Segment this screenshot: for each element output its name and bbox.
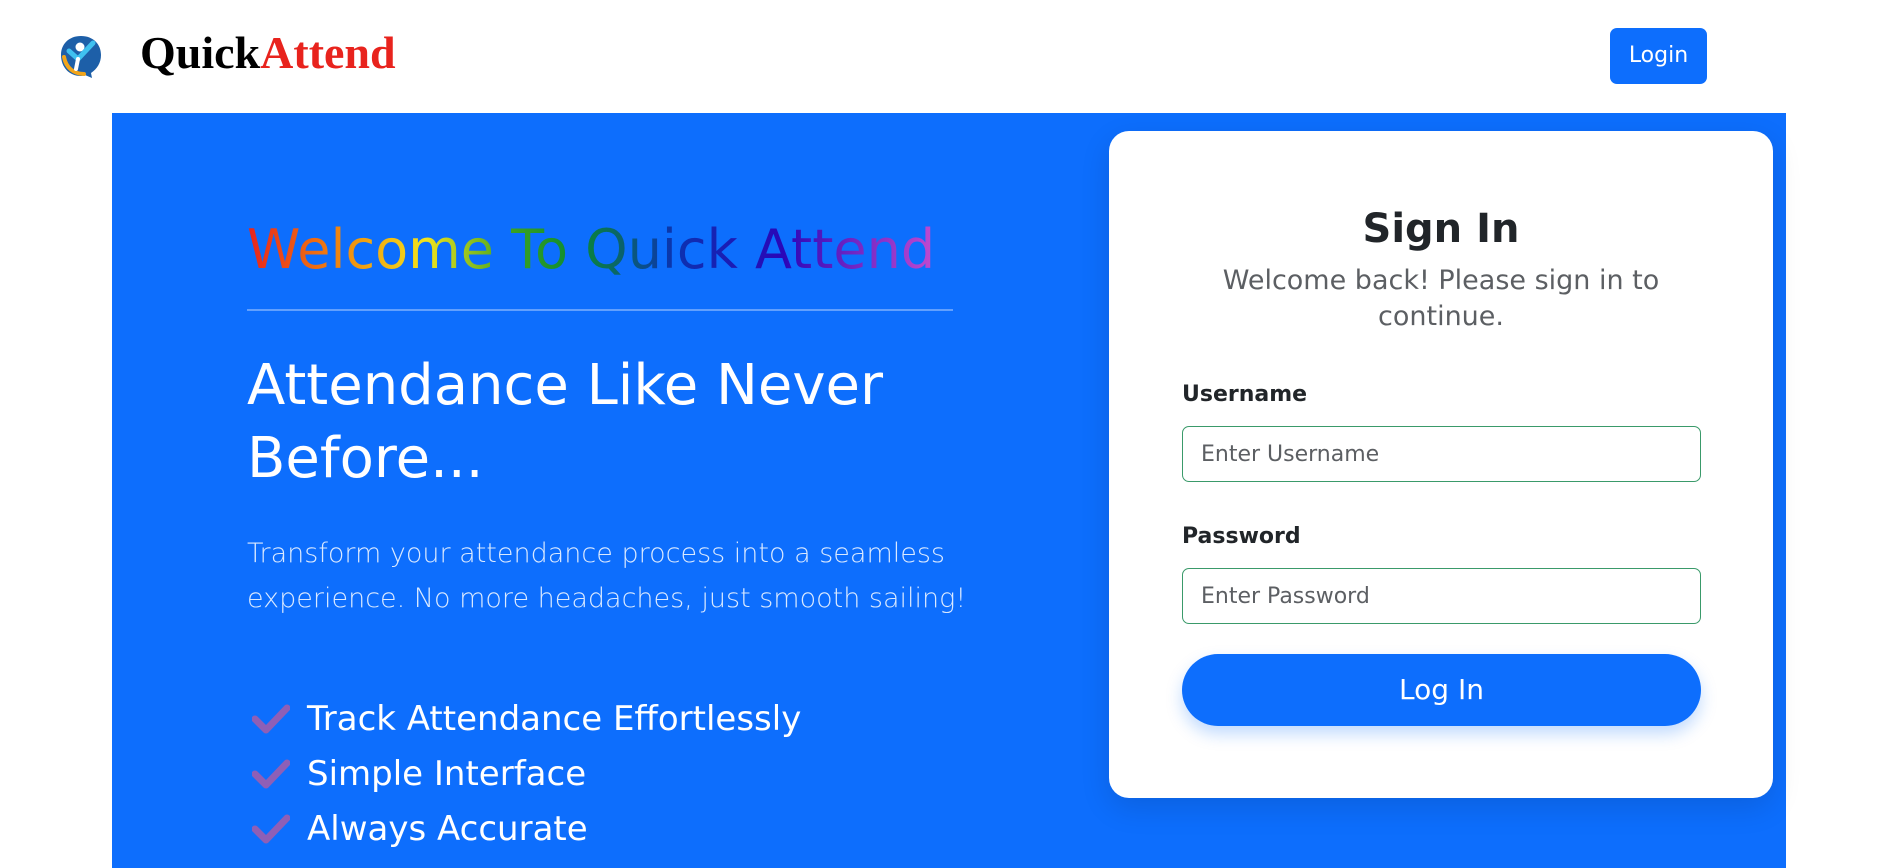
password-label: Password xyxy=(1182,524,1301,549)
brand-name-part1: Quick xyxy=(140,27,261,78)
nav-login-button[interactable]: Login xyxy=(1610,28,1707,84)
signin-subtitle: Welcome back! Please sign in to continue… xyxy=(1222,265,1660,332)
signin-card: Sign In Welcome back! Please sign in to … xyxy=(1109,131,1773,798)
check-icon xyxy=(252,759,290,788)
brand-name-part2: Attend xyxy=(260,27,396,78)
feature-list: Track Attendance Effortlessly Simple Int… xyxy=(247,691,801,856)
feature-item: Always Accurate xyxy=(247,801,801,856)
feature-label: Simple Interface xyxy=(307,753,587,794)
feature-item: Track Attendance Effortlessly xyxy=(247,691,801,746)
brand-name[interactable]: QuickAttend xyxy=(140,24,396,82)
login-button[interactable]: Log In xyxy=(1182,654,1701,726)
welcome-title: Welcome To Quick Attend xyxy=(247,215,935,285)
password-input[interactable] xyxy=(1182,568,1701,624)
person-check-icon[interactable] xyxy=(58,33,104,79)
check-icon xyxy=(252,814,290,843)
divider xyxy=(247,309,953,311)
feature-label: Track Attendance Effortlessly xyxy=(307,698,802,739)
signin-title: Sign In xyxy=(1362,206,1520,252)
check-icon xyxy=(252,704,290,733)
navbar: QuickAttend Login xyxy=(0,0,1891,113)
feature-item: Simple Interface xyxy=(247,746,801,801)
username-label: Username xyxy=(1182,382,1308,407)
username-input[interactable] xyxy=(1182,426,1701,482)
hero-heading: Attendance Like Never Before... xyxy=(247,353,883,491)
hero-description: Transform your attendance process into a… xyxy=(247,538,967,614)
feature-label: Always Accurate xyxy=(307,808,588,849)
